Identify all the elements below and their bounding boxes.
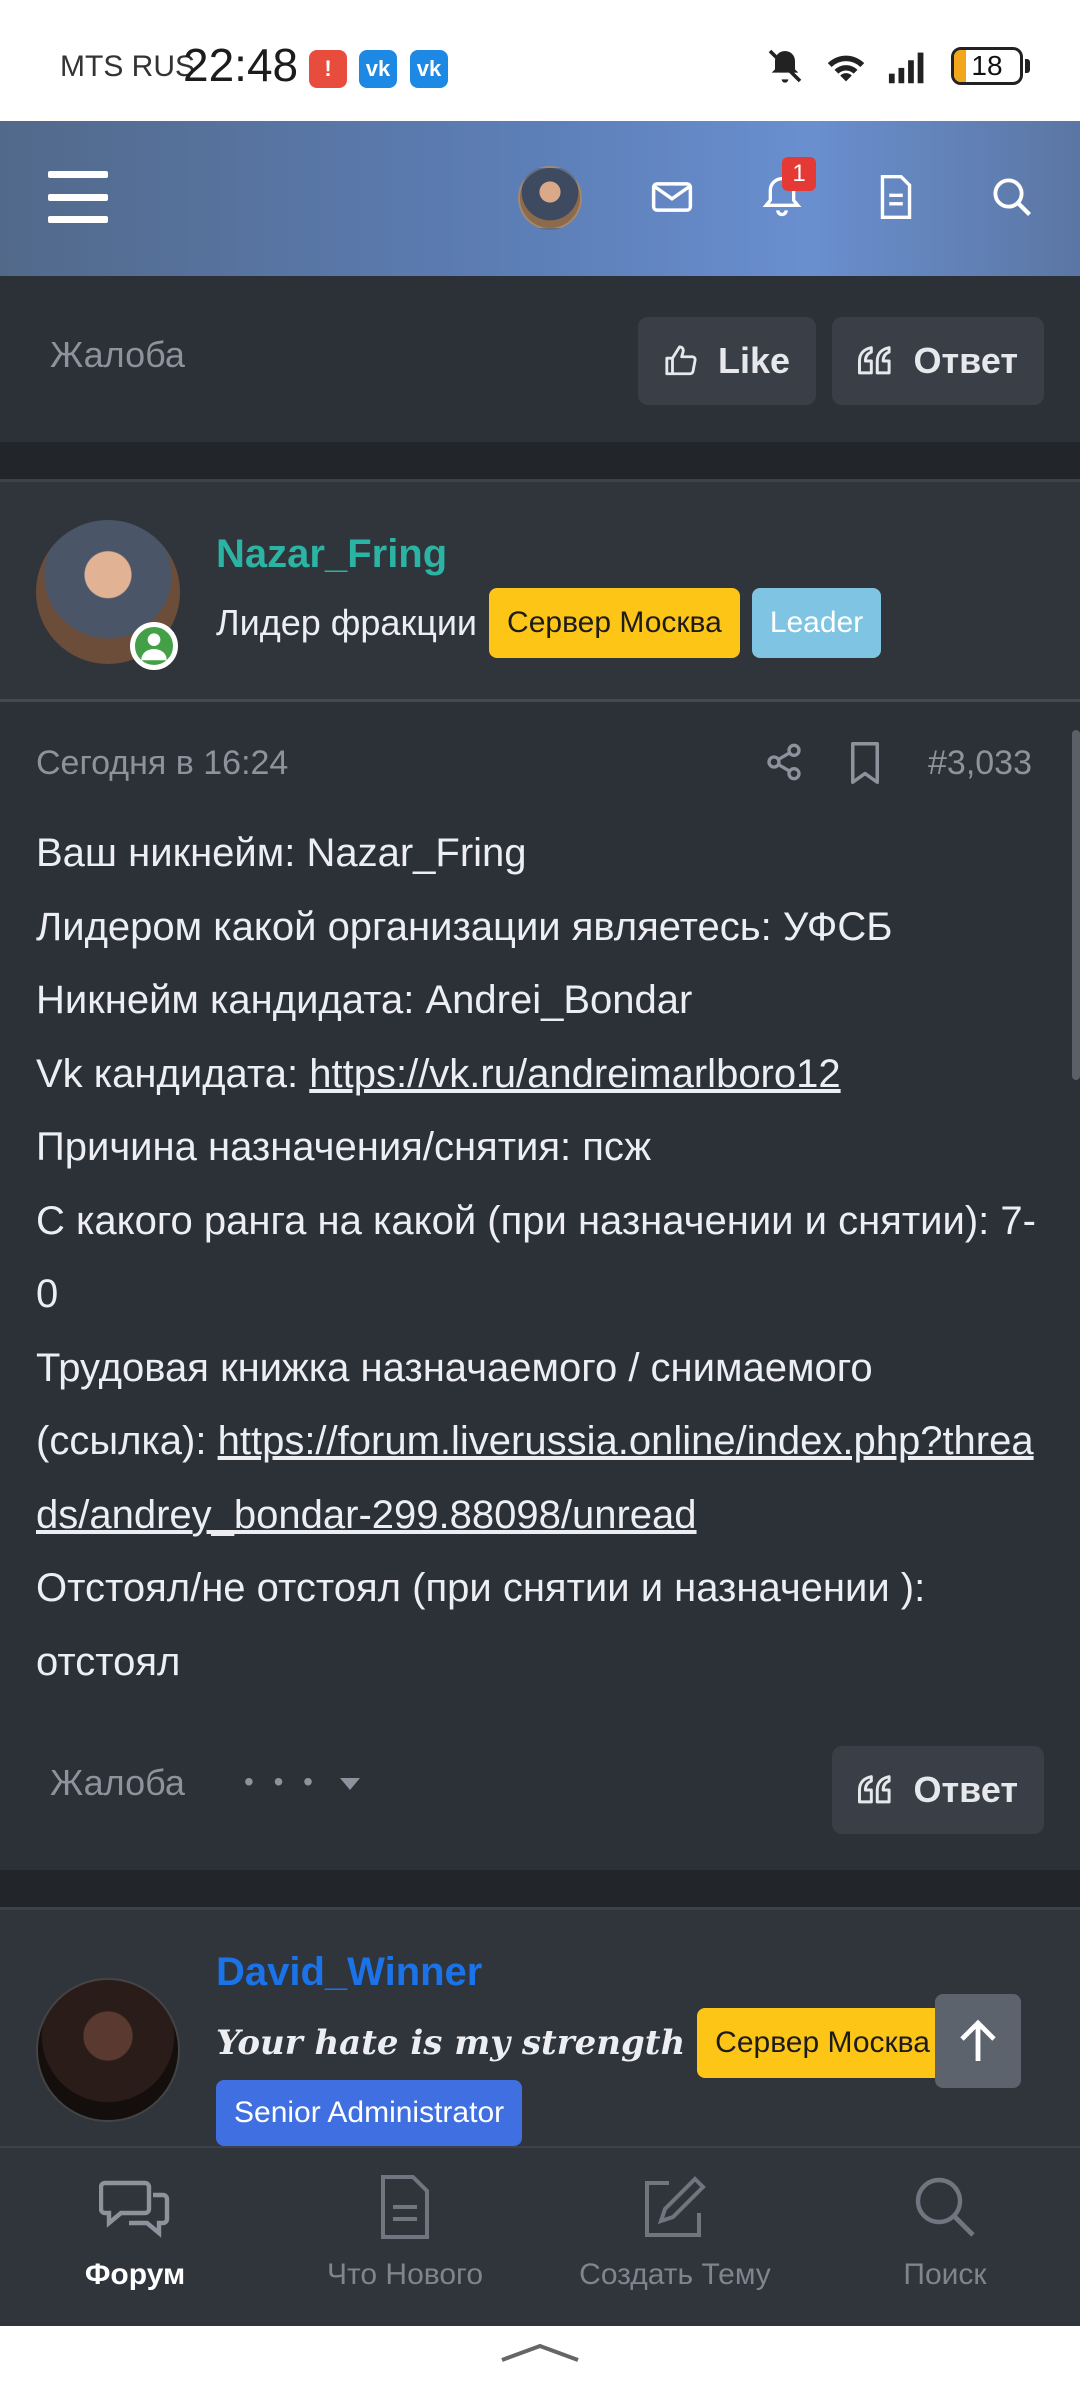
post-body: Сегодня в 16:24 #3,033 Ваш никнейм: Naza… bbox=[0, 702, 1080, 1870]
post-time: Сегодня в 16:24 bbox=[36, 744, 289, 782]
chevron-down-icon bbox=[339, 1778, 360, 1790]
forum-icon bbox=[0, 2168, 270, 2246]
gesture-bar[interactable] bbox=[0, 2326, 1080, 2388]
nav-item-forum[interactable]: Форум bbox=[0, 2168, 270, 2292]
nav-label: Что Нового bbox=[326, 2258, 484, 2291]
post-separator bbox=[0, 1870, 1080, 1910]
scrollbar[interactable] bbox=[1072, 730, 1080, 1080]
status-bar: MTS RUS 22:48 ! vk vk 18 bbox=[0, 0, 1080, 121]
clock: 22:48 bbox=[183, 39, 299, 91]
share-icon[interactable] bbox=[764, 742, 804, 787]
chevron-up-icon bbox=[501, 2343, 579, 2362]
edit-icon bbox=[540, 2168, 810, 2246]
online-status-icon bbox=[130, 622, 178, 670]
notification-count-badge: 1 bbox=[782, 157, 816, 191]
reply-label: Ответ bbox=[913, 340, 1018, 381]
more-dots: • • • bbox=[244, 1766, 319, 1797]
thumbs-up-icon bbox=[665, 345, 697, 376]
vk-icon: vk bbox=[359, 50, 397, 88]
post-footer: Жалоба Like Ответ bbox=[0, 276, 1080, 442]
battery-level: 18 bbox=[971, 50, 1003, 81]
post-number[interactable]: #3,033 bbox=[928, 744, 1032, 783]
menu-icon[interactable] bbox=[48, 171, 108, 223]
like-label: Like bbox=[717, 340, 790, 381]
quote-icon bbox=[858, 1775, 891, 1804]
quote-icon bbox=[858, 346, 891, 375]
reply-button[interactable]: Ответ bbox=[832, 1746, 1044, 1834]
battery-icon: 18 bbox=[951, 47, 1023, 85]
bottom-navigation: Форум Что Нового Создать Тему Поиск bbox=[0, 2146, 1080, 2326]
username[interactable]: David_Winner bbox=[216, 1950, 482, 1995]
more-actions-button[interactable]: • • • bbox=[244, 1766, 361, 1798]
status-icons: 18 bbox=[765, 44, 1030, 88]
nav-label: Форум bbox=[84, 2258, 186, 2291]
top-navigation: 1 bbox=[0, 121, 1080, 276]
field-organization: Лидером какой организации являетесь: УФС… bbox=[36, 904, 893, 949]
field-served: Отстоял/не отстоял (при снятии и назначе… bbox=[36, 1566, 926, 1684]
field-vk-label: Vk кандидата: bbox=[36, 1051, 310, 1096]
battery-fill bbox=[954, 50, 966, 82]
field-candidate: Никнейм кандидата: Andrei_Bondar bbox=[36, 978, 693, 1022]
user-title-row: Your hate is my strength Сервер Москва bbox=[216, 2008, 948, 2078]
vk-icon: vk bbox=[410, 50, 448, 88]
arrow-up-icon bbox=[960, 2019, 996, 2061]
field-reason: Причина назначения/снятия: псж bbox=[36, 1125, 652, 1169]
user-title-row: Лидер фракции Сервер Москва Leader bbox=[216, 588, 882, 658]
search-icon[interactable] bbox=[986, 171, 1038, 223]
reply-label: Ответ bbox=[913, 1769, 1018, 1810]
nav-item-create-thread[interactable]: Создать Тему bbox=[540, 2168, 810, 2292]
field-nickname: Ваш никнейм: Nazar_Fring bbox=[36, 831, 527, 875]
username[interactable]: Nazar_Fring bbox=[216, 532, 447, 577]
vk-link[interactable]: https://vk.ru/andreimarlboro12 bbox=[309, 1052, 840, 1096]
post-header: David_Winner Your hate is my strength Се… bbox=[0, 1910, 1080, 2146]
notification-app-icon: ! bbox=[309, 50, 347, 88]
leader-badge: Leader bbox=[751, 588, 882, 658]
like-button[interactable]: Like bbox=[638, 317, 816, 405]
search-icon bbox=[810, 2168, 1080, 2246]
document-icon[interactable] bbox=[870, 171, 922, 223]
document-icon bbox=[270, 2168, 540, 2246]
post-separator bbox=[0, 442, 1080, 482]
report-link[interactable]: Жалоба bbox=[50, 334, 185, 376]
scroll-to-top-button[interactable] bbox=[935, 1994, 1021, 2088]
bookmark-icon[interactable] bbox=[848, 742, 882, 789]
avatar[interactable] bbox=[36, 1978, 180, 2122]
wifi-icon bbox=[827, 55, 865, 82]
user-avatar[interactable] bbox=[518, 166, 582, 230]
nav-label: Создать Тему bbox=[579, 2258, 771, 2291]
nav-item-whats-new[interactable]: Что Нового bbox=[270, 2168, 540, 2292]
user-title: Your hate is my strength bbox=[216, 2023, 686, 2063]
field-vk: Vk кандидата: https://vk.ru/andreimarlbo… bbox=[36, 1038, 1046, 1112]
user-title: Лидер фракции bbox=[216, 602, 478, 643]
post-header: Nazar_Fring Лидер фракции Сервер Москва … bbox=[0, 482, 1080, 702]
server-badge: Сервер Москва bbox=[697, 2008, 948, 2078]
carrier-name: MTS RUS bbox=[60, 50, 195, 83]
field-workbook: Трудовая книжка назначаемого / снимаемог… bbox=[36, 1332, 1046, 1553]
report-link[interactable]: Жалоба bbox=[50, 1762, 185, 1804]
post-content: Ваш никнейм: Nazar_Fring Лидером какой о… bbox=[36, 817, 1046, 1699]
bell-icon[interactable]: 1 bbox=[756, 157, 816, 223]
signal-icon bbox=[888, 52, 924, 84]
role-badge: Senior Administrator bbox=[216, 2080, 523, 2146]
battery-cap bbox=[1025, 59, 1030, 73]
nav-item-search[interactable]: Поиск bbox=[810, 2168, 1080, 2292]
field-rank: С какого ранга на какой (при назначении … bbox=[36, 1198, 1036, 1317]
nav-label: Поиск bbox=[903, 2258, 987, 2291]
mail-icon[interactable] bbox=[646, 171, 698, 223]
mute-icon bbox=[768, 49, 802, 83]
reply-button[interactable]: Ответ bbox=[832, 317, 1044, 405]
server-badge: Сервер Москва bbox=[489, 588, 740, 658]
